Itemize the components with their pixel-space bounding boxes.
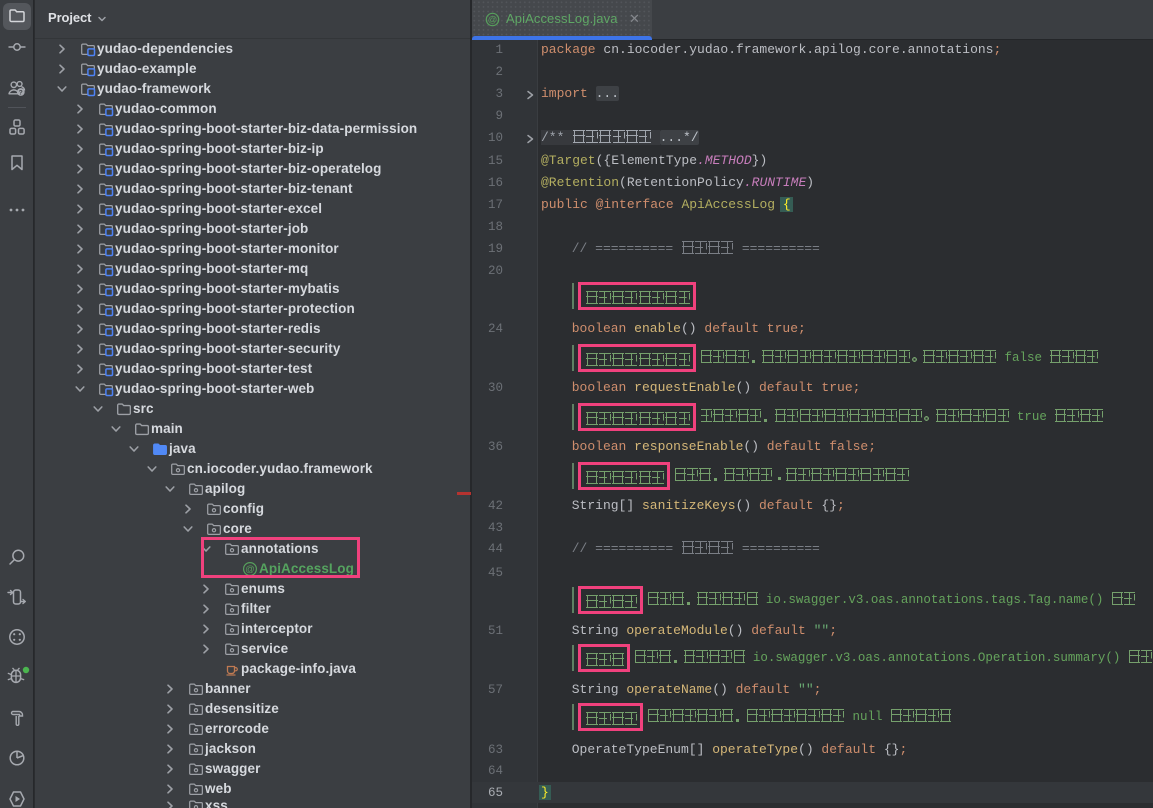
- svg-text:?: ?: [19, 90, 23, 97]
- svg-text:@: @: [488, 15, 498, 25]
